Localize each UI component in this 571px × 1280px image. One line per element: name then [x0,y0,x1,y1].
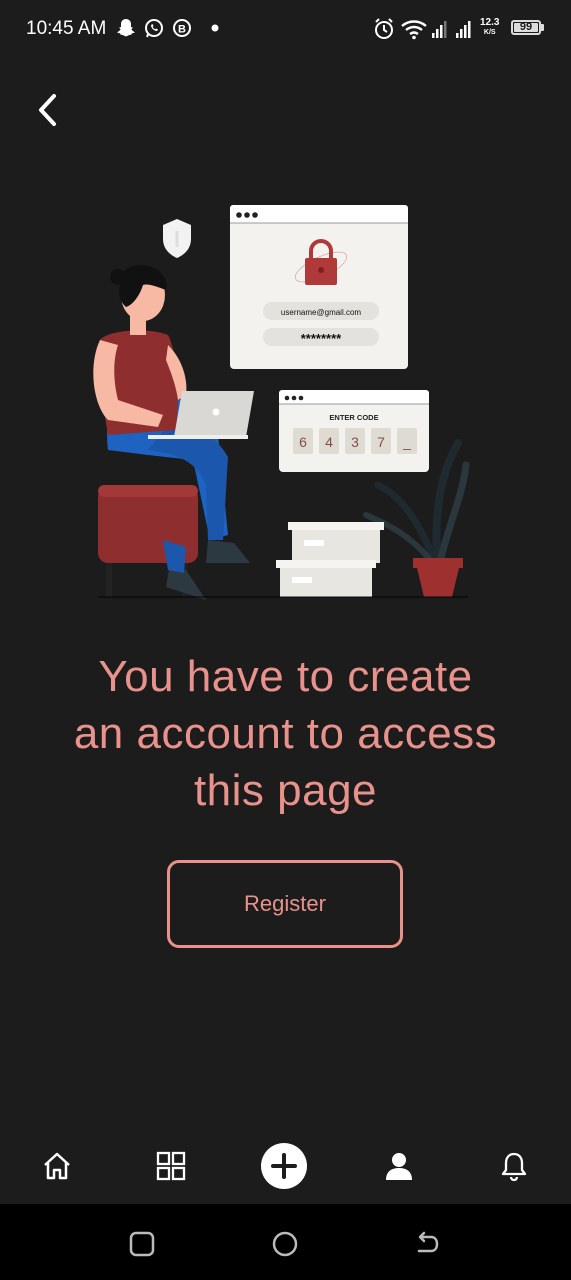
battery-icon: 99 [511,20,541,35]
message-line-2: an account to access [73,709,498,758]
b-icon: B [173,19,191,37]
access-message: You have to create an account to access … [20,648,551,819]
code-digit: 4 [325,434,333,450]
code-title: ENTER CODE [329,413,378,422]
snapchat-icon [117,19,135,37]
back-button[interactable] [28,88,68,132]
nav-home[interactable] [33,1142,81,1190]
password-mask: ******** [301,331,342,346]
profile-icon [386,1153,412,1180]
email-text: username@gmail.com [281,308,361,317]
home-circle-icon [272,1231,298,1257]
recents-button[interactable] [122,1224,162,1264]
shield-icon [163,219,191,258]
code-digit: _ [402,434,411,450]
battery-level: 99 [519,21,533,33]
recents-icon [129,1231,155,1257]
system-home-button[interactable] [265,1224,305,1264]
wifi-icon [401,20,427,40]
status-time: 10:45 AM [26,18,107,39]
bell-icon [501,1152,527,1182]
nav-add[interactable] [260,1142,308,1190]
nav-notifications[interactable] [490,1142,538,1190]
whatsapp-icon [145,19,163,38]
home-icon [44,1152,70,1180]
code-card: ENTER CODE 6 4 3 7 _ [279,390,429,472]
network-speed: 12.3 K/S [480,18,499,37]
system-back-button[interactable] [407,1224,447,1264]
network-speed-value: 12.3 [480,17,500,28]
system-nav-bar [0,1204,571,1280]
status-left-icons: B [117,19,219,38]
chevron-left-icon [39,94,56,126]
code-digit: 3 [351,434,359,450]
nav-grid[interactable] [147,1142,195,1190]
network-speed-unit: K/S [483,29,496,36]
status-bar: 10:45 AM B 12.3 K/S 99 [0,0,571,58]
dot-icon [211,24,219,32]
nav-profile[interactable] [375,1142,423,1190]
signal-icon [432,21,447,38]
login-illustration: username@gmail.com ******** ENTER CODE 6… [93,205,470,600]
code-digit: 6 [299,434,307,450]
register-label: Register [244,891,326,916]
alarm-icon [375,18,393,39]
svg-text:B: B [178,24,186,36]
code-digits: 6 4 3 7 _ [293,428,417,454]
message-line-1: You have to create [98,652,473,701]
grid-icon [156,1151,186,1181]
signal-icon [456,21,471,38]
back-arrow-icon [417,1231,439,1253]
bottom-nav [0,1128,571,1204]
status-right-icons [375,18,471,40]
message-line-3: this page [193,766,378,815]
add-icon [261,1143,307,1189]
register-button[interactable]: Register [167,860,403,948]
login-card: username@gmail.com ******** [230,205,408,369]
boxes [276,522,384,597]
code-digit: 7 [377,434,385,450]
